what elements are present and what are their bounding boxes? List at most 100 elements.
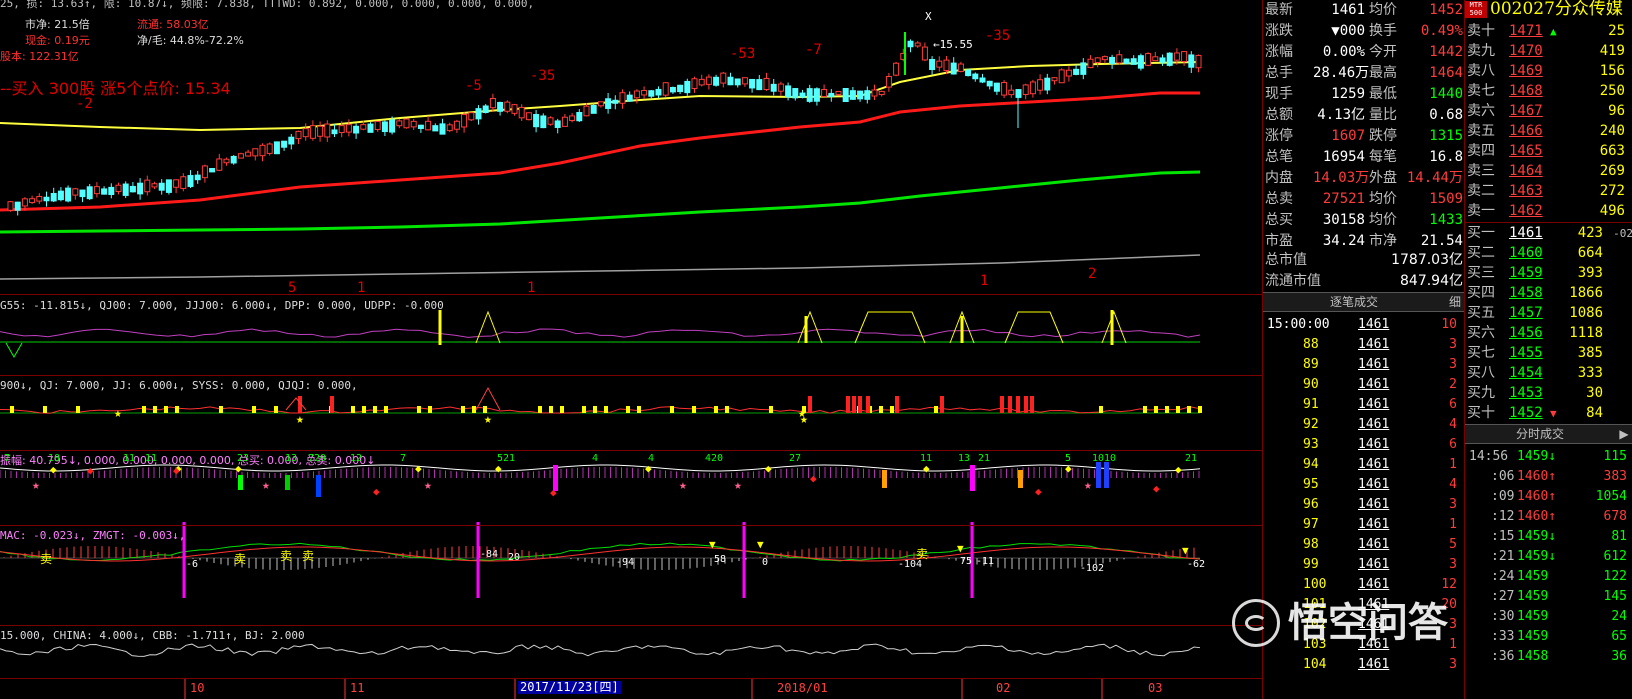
time-sales-row[interactable]: :15 1459↓ 81 (1465, 526, 1632, 547)
level-label: 卖四 (1467, 143, 1495, 159)
tick-volume: 3 (1449, 357, 1457, 372)
quote-row: 涨幅 0.00% 今开 1442 (1265, 42, 1463, 63)
indicator-1-title: G55: -11.815↓, QJ00: 7.000, JJJ00: 6.000… (0, 299, 444, 312)
ind2-small-bar (934, 406, 938, 413)
ts-volume: 145 (1603, 589, 1627, 604)
candle-body (281, 140, 288, 148)
ind2-small-bar (637, 406, 641, 413)
tick-price: 1461 (1358, 397, 1390, 412)
ind4-value: -62 (1187, 559, 1206, 570)
candle-body (86, 186, 93, 200)
ts-time: :06 (1491, 469, 1515, 484)
ind3-star-icon: ★ (1084, 478, 1092, 493)
annotation-red-2: -5 (465, 78, 482, 94)
tick-row[interactable]: 96 1461 3 (1263, 494, 1463, 515)
time-sales-scroll-button[interactable]: ▶ (1615, 424, 1632, 444)
candle-body (893, 62, 900, 76)
ind2-signal-bar (808, 396, 812, 413)
tick-price: 1461 (1358, 477, 1390, 492)
level-volume: 96 (1608, 103, 1625, 119)
candle-body (108, 186, 115, 195)
ind2-peak (475, 386, 501, 411)
tick-time: 97 (1303, 517, 1319, 532)
candle-body (770, 83, 777, 92)
candle-body (439, 123, 446, 135)
time-sales-row[interactable]: :24 1459 122 (1465, 566, 1632, 587)
tick-row[interactable]: 93 1461 6 (1263, 434, 1463, 455)
ind3-label: 13 (958, 453, 971, 464)
time-sales-row[interactable]: :06 1460↑ 383 (1465, 466, 1632, 487)
candle-body (871, 89, 878, 97)
kline-chart-svg[interactable]: ★ ★ ★ ★★◆ ◆ ◆ ◆ ◆ ◆ ◆ ◆ ◆ ◆★ ★ ★ ★ ★ ★◆ ◆◆ ◆◆◆ ◆▼ ▼ ▼ ▼ (0, 0, 1262, 699)
ind2-small-bar (879, 406, 883, 413)
time-sales-row[interactable]: 14:56 1459↓ 115 (1465, 446, 1632, 467)
candle-body (1029, 81, 1036, 95)
ts-price: 1459 (1517, 569, 1549, 584)
quote-label: 均价 (1369, 191, 1397, 207)
ind2-small-bar (164, 406, 168, 413)
candle-body (561, 116, 568, 127)
level-price: 1454 (1509, 365, 1543, 381)
quote-value: 1464 (1429, 65, 1463, 81)
sell-level: 卖六 1467 96 (1465, 101, 1632, 122)
level-extra: -02 (1613, 227, 1632, 240)
time-sales-row[interactable]: :12 1460↑ 678 (1465, 506, 1632, 527)
level-price: 1453 (1509, 385, 1543, 401)
tick-row[interactable]: 15:00:00 1461 10 (1263, 314, 1463, 335)
tick-row[interactable]: 104 1461 3 (1263, 654, 1463, 675)
tick-row[interactable]: 100 1461 12 (1263, 574, 1463, 595)
time-sales-row[interactable]: :21 1459↓ 612 (1465, 546, 1632, 567)
ind3-diamond-icon: ◆ (1175, 463, 1182, 476)
tick-row[interactable]: 95 1461 4 (1263, 474, 1463, 495)
ma-line-gray (0, 254, 1201, 280)
quote-value: 1440 (1429, 86, 1463, 102)
tick-time: 92 (1303, 417, 1319, 432)
ind2-signal-bar (1024, 396, 1028, 413)
candle-body (821, 89, 828, 97)
ind2-small-bar (472, 406, 476, 413)
sell-level: 卖五 1466 240 (1465, 121, 1632, 142)
ind3-star-icon: ★ (32, 478, 40, 493)
tick-row[interactable]: 99 1461 3 (1263, 554, 1463, 575)
quote-value: 1259 (1331, 86, 1365, 102)
tick-time: 91 (1303, 397, 1319, 412)
quote-value: 34.24 (1322, 233, 1365, 249)
time-sales-row[interactable]: :09 1460↑ 1054 (1465, 486, 1632, 507)
time-cursor-date[interactable]: 2017/11/23[四] (518, 681, 621, 694)
candle-body (425, 120, 432, 131)
tick-volume: 1 (1449, 517, 1457, 532)
tick-row[interactable]: 98 1461 5 (1263, 534, 1463, 555)
tick-row[interactable]: 89 1461 3 (1263, 354, 1463, 375)
candle-body (216, 158, 223, 171)
candle-body (1080, 62, 1087, 75)
tick-panel-header[interactable]: 逐笔成交 (1263, 292, 1445, 312)
level-label: 买七 (1467, 345, 1495, 361)
candle-body (583, 105, 590, 117)
tick-volume: 6 (1449, 437, 1457, 452)
quote-value: ▼000 (1331, 23, 1365, 39)
tick-row[interactable]: 94 1461 1 (1263, 454, 1463, 475)
sell-signal-label: 卖 (302, 549, 315, 563)
tick-detail-button[interactable]: 细 (1445, 292, 1465, 312)
level-price: 1467 (1509, 103, 1543, 119)
ind4-value: 75 (960, 556, 973, 567)
candle-body (878, 90, 885, 96)
tick-row[interactable]: 90 1461 2 (1263, 374, 1463, 395)
ind3-bar (882, 470, 887, 488)
liutong-label: 流通: 58.03亿 (137, 18, 209, 31)
level-label: 卖三 (1467, 163, 1495, 179)
tick-row[interactable]: 92 1461 4 (1263, 414, 1463, 435)
tick-row[interactable]: 97 1461 1 (1263, 514, 1463, 535)
candle-body (273, 141, 280, 155)
level-price: 1452 (1509, 405, 1543, 421)
ind3-star-icon: ★ (424, 478, 432, 493)
tick-row[interactable]: 88 1461 3 (1263, 334, 1463, 355)
ind4-triangle-icon: ▼ (709, 538, 716, 551)
candle-body (223, 158, 230, 164)
time-sales-header[interactable]: 分时成交 (1465, 424, 1615, 444)
tick-row[interactable]: 91 1461 6 (1263, 394, 1463, 415)
kline-chart-area[interactable]: ★ ★ ★ ★ ★ ◆ ◆ ◆ ◆ ◆ ◆ ◆ ◆ ◆ ◆ ★ ★ ★ ★ ★ ★ ◆ ◆ ◆ ◆ ◆ ◆ ◆ ▼ ▼ ▼ ▼ 25, 损: … (0, 0, 1262, 699)
candle-body (993, 82, 1000, 92)
candle-body (525, 112, 532, 121)
ts-time: :09 (1491, 489, 1515, 504)
